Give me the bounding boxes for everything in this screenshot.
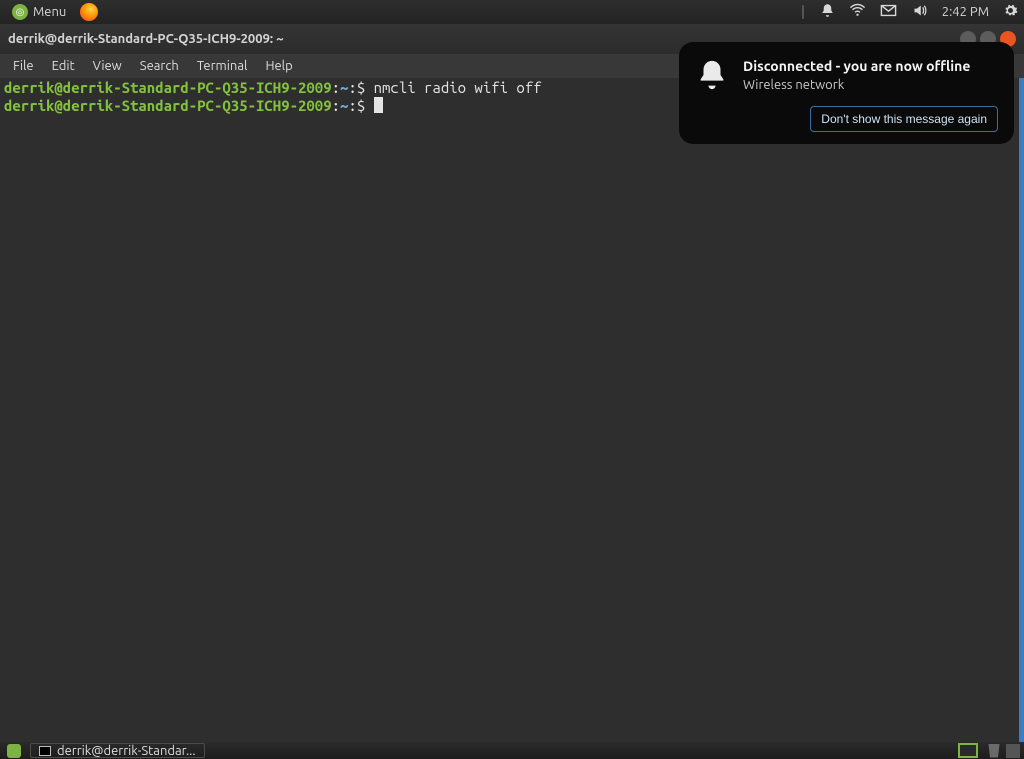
top-panel: ◎ Menu 2:42 PM	[0, 0, 1024, 24]
window-title: derrik@derrik-Standard-PC-Q35-ICH9-2009:…	[8, 32, 284, 46]
notification-bell-icon	[695, 58, 729, 132]
mail-icon[interactable]	[880, 4, 897, 20]
applications-menu-button[interactable]: ◎ Menu	[6, 2, 72, 22]
notification-dismiss-button[interactable]: Don't show this message again	[810, 106, 998, 132]
prompt-dollar-2: $	[357, 97, 365, 114]
show-desktop-corner[interactable]	[1006, 744, 1020, 758]
right-edge-scrollbar[interactable]	[1019, 78, 1024, 742]
menu-edit[interactable]: Edit	[43, 56, 84, 76]
menu-file[interactable]: File	[4, 56, 43, 76]
applications-menu-label: Menu	[33, 5, 66, 19]
taskbar-menu-launcher[interactable]	[4, 743, 24, 758]
terminal-command: nmcli radio wifi off	[365, 79, 541, 96]
prompt-separator: :	[332, 79, 340, 96]
workspace-switcher[interactable]	[958, 743, 978, 758]
terminal-task-icon	[39, 746, 51, 756]
prompt-user-host-2: derrik@derrik-Standard-PC-Q35-ICH9-2009	[4, 97, 332, 114]
firefox-launcher-icon[interactable]	[80, 3, 98, 21]
system-tray: 2:42 PM	[802, 2, 1018, 22]
tray-separator	[802, 5, 804, 19]
taskbar-window-entry[interactable]: derrik@derrik-Standar...	[30, 743, 205, 758]
prompt-dollar: $	[357, 79, 365, 96]
settings-gear-icon[interactable]	[1003, 3, 1018, 21]
menu-help[interactable]: Help	[256, 56, 301, 76]
notification-title: Disconnected - you are now offline	[743, 58, 998, 74]
bottom-taskbar: derrik@derrik-Standar...	[0, 742, 1024, 759]
notification-toast: Disconnected - you are now offline Wirel…	[679, 42, 1014, 144]
menu-view[interactable]: View	[84, 56, 131, 76]
notification-detail: Wireless network	[743, 78, 998, 92]
prompt-separator-2: :	[348, 79, 356, 96]
prompt-separator-3: :	[332, 97, 340, 114]
terminal-cursor	[374, 97, 383, 113]
menu-search[interactable]: Search	[131, 56, 188, 76]
prompt-user-host: derrik@derrik-Standard-PC-Q35-ICH9-2009	[4, 79, 332, 96]
trash-icon[interactable]	[986, 744, 1002, 758]
clock-label[interactable]: 2:42 PM	[942, 5, 989, 19]
terminal-body[interactable]: derrik@derrik-Standard-PC-Q35-ICH9-2009:…	[0, 78, 1024, 742]
mint-square-icon	[7, 744, 21, 758]
menu-terminal[interactable]: Terminal	[188, 56, 257, 76]
mint-logo-icon: ◎	[12, 4, 28, 20]
volume-icon[interactable]	[911, 3, 928, 21]
network-wifi-icon[interactable]	[849, 2, 866, 22]
prompt-separator-4: :	[348, 97, 356, 114]
notifications-icon[interactable]	[820, 3, 835, 21]
taskbar-window-title: derrik@derrik-Standar...	[57, 744, 196, 758]
